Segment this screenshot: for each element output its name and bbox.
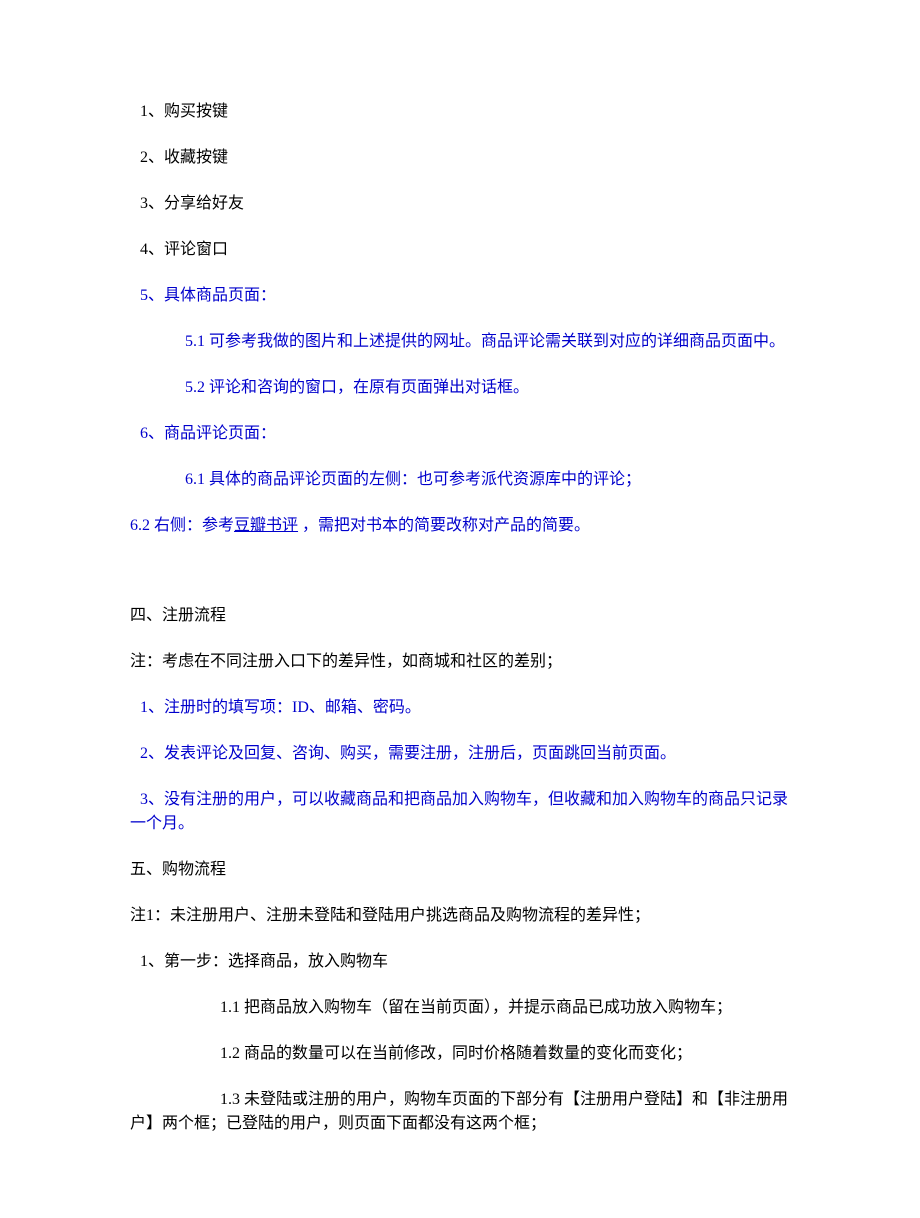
- item-5-2: 5.2 评论和咨询的窗口，在原有页面弹出对话框。: [130, 376, 790, 400]
- section-5-item-1-2: 1.2 商品的数量可以在当前修改，同时价格随着数量的变化而变化；: [130, 1042, 790, 1066]
- douban-review-link[interactable]: 豆瓣书评: [234, 517, 298, 534]
- item-6-2-pre: 6.2 右侧：参考: [130, 517, 234, 534]
- item-4: 4、评论窗口: [130, 238, 790, 262]
- item-5: 5、具体商品页面：: [130, 284, 790, 308]
- section-5-item-1: 1、第一步：选择商品，放入购物车: [130, 950, 790, 974]
- section-5-heading: 五、购物流程: [130, 858, 790, 882]
- item-3: 3、分享给好友: [130, 192, 790, 216]
- item-6-2-post: ，需把对书本的简要改称对产品的简要。: [298, 517, 590, 534]
- section-4-item-1: 1、注册时的填写项：ID、邮箱、密码。: [130, 696, 790, 720]
- item-6-1: 6.1 具体的商品评论页面的左侧：也可参考派代资源库中的评论；: [130, 468, 790, 492]
- section-4-item-2: 2、发表评论及回复、咨询、购买，需要注册，注册后，页面跳回当前页面。: [130, 742, 790, 766]
- item-6-2: 6.2 右侧：参考豆瓣书评 ，需把对书本的简要改称对产品的简要。: [130, 514, 790, 538]
- section-5-note: 注1：未注册用户、注册未登陆和登陆用户挑选商品及购物流程的差异性；: [130, 904, 790, 928]
- section-5-item-1-1: 1.1 把商品放入购物车（留在当前页面），并提示商品已成功放入购物车；: [130, 996, 790, 1020]
- item-6: 6、商品评论页面：: [130, 422, 790, 446]
- section-4-note: 注：考虑在不同注册入口下的差异性，如商城和社区的差别；: [130, 650, 790, 674]
- item-1: 1、购买按键: [130, 100, 790, 124]
- item-5-1: 5.1 可参考我做的图片和上述提供的网址。商品评论需关联到对应的详细商品页面中。: [130, 330, 790, 354]
- section-4-item-3: 3、没有注册的用户，可以收藏商品和把商品加入购物车，但收藏和加入购物车的商品只记…: [130, 788, 790, 836]
- section-4-heading: 四、注册流程: [130, 604, 790, 628]
- item-2: 2、收藏按键: [130, 146, 790, 170]
- section-5-item-1-3: 1.3 未登陆或注册的用户，购物车页面的下部分有【注册用户登陆】和【非注册用户】…: [130, 1088, 790, 1136]
